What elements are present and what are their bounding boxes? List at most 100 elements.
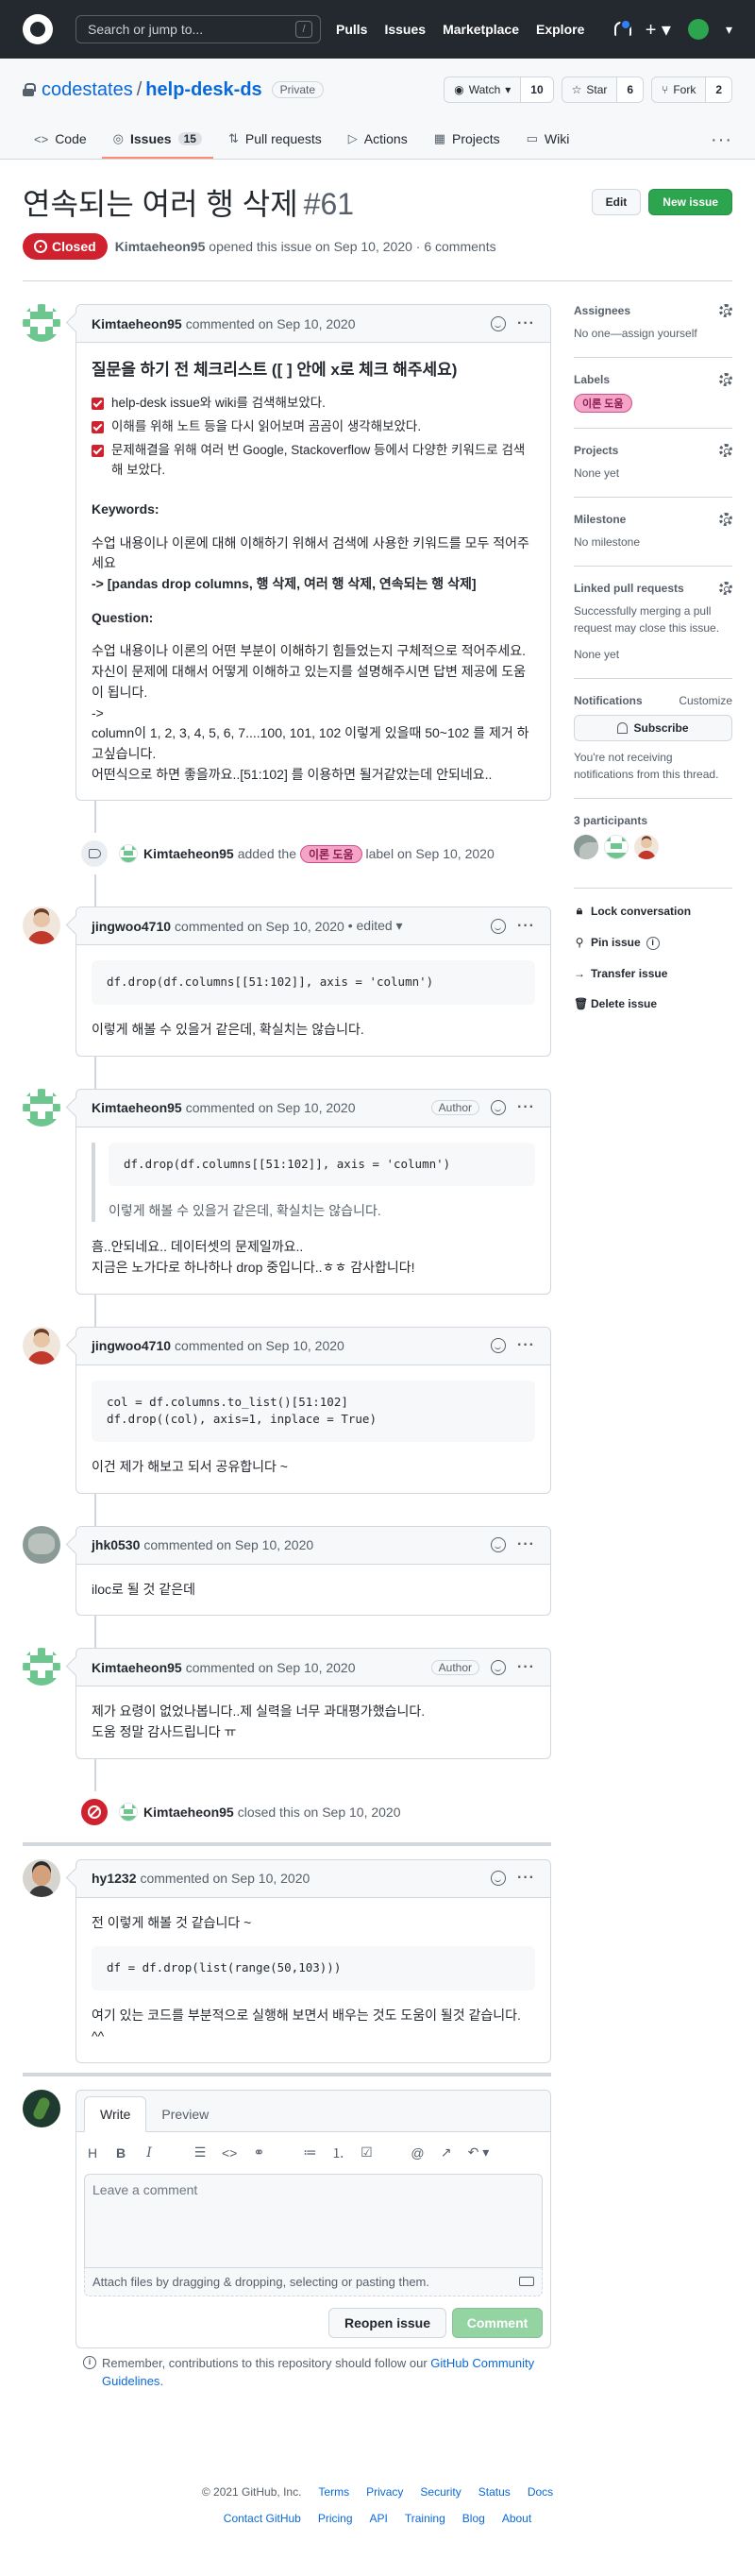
gear-icon[interactable] [719, 373, 732, 386]
star-button[interactable]: ☆ Star 6 [561, 76, 645, 103]
transfer-issue-button[interactable]: → Transfer issue [574, 967, 732, 980]
kebab-menu-icon[interactable]: ··· [517, 315, 535, 332]
avatar[interactable] [23, 1858, 60, 1897]
edit-title-button[interactable]: Edit [591, 189, 642, 215]
footer-link-about[interactable]: About [502, 2512, 531, 2525]
italic-icon[interactable]: I [143, 2145, 156, 2161]
edited-dropdown[interactable]: • edited ▾ [348, 918, 403, 934]
tab-issues[interactable]: ◎ Issues 15 [101, 121, 213, 159]
repo-owner-link[interactable]: codestates [42, 79, 133, 101]
tab-wiki[interactable]: ▭ Wiki [515, 121, 581, 159]
tab-write[interactable]: Write [84, 2095, 147, 2132]
avatar[interactable] [23, 1088, 60, 1127]
footer-link-security[interactable]: Security [420, 2485, 461, 2499]
reaction-smiley-icon[interactable] [491, 1100, 507, 1116]
kebab-menu-icon[interactable]: ··· [517, 918, 535, 935]
avatar[interactable] [604, 835, 629, 859]
lock-conversation-button[interactable]: 🔒︎ Lock conversation [574, 904, 732, 918]
numbered-list-icon[interactable]: ⒈ [331, 2144, 344, 2162]
avatar[interactable] [23, 907, 60, 945]
reopen-issue-button[interactable]: Reopen issue [327, 2307, 446, 2338]
comment-author[interactable]: jingwoo4710 [92, 1338, 171, 1353]
comment-time[interactable]: commented on Sep 10, 2020 [143, 1537, 313, 1552]
nav-pulls[interactable]: Pulls [336, 22, 367, 37]
issue-author-link[interactable]: Kimtaeheon95 [115, 239, 206, 254]
repo-name-link[interactable]: help-desk-ds [145, 79, 261, 101]
checkbox[interactable] [92, 398, 104, 411]
nav-issues[interactable]: Issues [384, 22, 426, 37]
gear-icon[interactable] [719, 513, 732, 526]
assignees-value[interactable]: No one—assign yourself [574, 325, 732, 342]
attach-files-bar[interactable]: Attach files by dragging & dropping, sel… [84, 2267, 543, 2296]
nav-explore[interactable]: Explore [536, 22, 584, 37]
gear-icon[interactable] [719, 444, 732, 457]
avatar[interactable] [574, 835, 598, 859]
gear-icon[interactable] [719, 304, 732, 317]
footer-link-training[interactable]: Training [405, 2512, 445, 2525]
star-count[interactable]: 6 [617, 77, 644, 102]
checkbox[interactable] [92, 445, 104, 458]
mention-icon[interactable]: @ [411, 2145, 424, 2161]
footer-link-status[interactable]: Status [478, 2485, 511, 2499]
comment-textarea[interactable]: Leave a comment [84, 2173, 543, 2268]
event-text[interactable]: closed this on Sep 10, 2020 [238, 1805, 401, 1820]
avatar[interactable] [23, 2089, 60, 2127]
comment-author[interactable]: Kimtaeheon95 [92, 316, 182, 331]
tab-actions[interactable]: ▷ Actions [337, 121, 419, 159]
reaction-smiley-icon[interactable] [491, 315, 507, 331]
watch-button[interactable]: ◉ Watch ▾ 10 [444, 76, 554, 103]
user-avatar[interactable] [687, 19, 709, 40]
comment-author[interactable]: jhk0530 [92, 1537, 140, 1552]
checkbox[interactable] [92, 421, 104, 434]
reaction-smiley-icon[interactable] [491, 1659, 507, 1675]
info-icon[interactable]: i [646, 937, 660, 950]
reaction-smiley-icon[interactable] [491, 1338, 507, 1354]
fork-button[interactable]: ⑂ Fork 2 [651, 76, 732, 103]
label-chip[interactable]: 이론 도움 [300, 844, 362, 863]
nav-marketplace[interactable]: Marketplace [443, 22, 519, 37]
tab-preview[interactable]: Preview [146, 2097, 224, 2131]
label-chip[interactable]: 이론 도움 [574, 394, 632, 413]
footer-link-contact[interactable]: Contact GitHub [224, 2512, 301, 2525]
avatar-dropdown-icon[interactable]: ▾ [726, 22, 732, 38]
search-input[interactable]: Search or jump to... / [76, 15, 321, 43]
avatar[interactable] [119, 844, 138, 864]
comment-time[interactable]: commented on Sep 10, 2020 [175, 919, 344, 934]
cross-reference-icon[interactable]: ↗ [440, 2144, 453, 2161]
footer-link-api[interactable]: API [370, 2512, 388, 2525]
pin-issue-button[interactable]: ⚲ Pin issue i [574, 935, 732, 950]
comment-author[interactable]: Kimtaeheon95 [92, 1100, 182, 1115]
kebab-menu-icon[interactable]: ··· [517, 1870, 535, 1887]
comment-time[interactable]: commented on Sep 10, 2020 [186, 1100, 356, 1115]
avatar[interactable] [119, 1802, 138, 1822]
new-issue-button[interactable]: New issue [648, 189, 732, 215]
footer-link-blog[interactable]: Blog [462, 2512, 485, 2525]
reaction-smiley-icon[interactable] [491, 1537, 507, 1553]
notifications-bell-icon[interactable] [613, 19, 631, 38]
heading-icon[interactable]: H [86, 2145, 99, 2161]
comment-author[interactable]: Kimtaeheon95 [92, 1660, 182, 1675]
fork-count[interactable]: 2 [706, 77, 731, 102]
create-new-icon[interactable]: + ▾ [646, 18, 671, 42]
kebab-menu-icon[interactable]: ··· [517, 1659, 535, 1676]
tab-pull-requests[interactable]: ⇅ Pull requests [217, 121, 333, 159]
watch-count[interactable]: 10 [521, 77, 553, 102]
avatar[interactable] [23, 304, 60, 342]
gear-icon[interactable] [719, 582, 732, 595]
avatar[interactable] [23, 1326, 60, 1364]
comment-author[interactable]: jingwoo4710 [92, 919, 171, 934]
customize-link[interactable]: Customize [679, 694, 732, 707]
comment-time[interactable]: commented on Sep 10, 2020 [186, 1660, 356, 1675]
tab-code[interactable]: <> Code [23, 121, 98, 159]
reply-icon[interactable]: ↶ ▾ [468, 2144, 490, 2161]
kebab-menu-icon[interactable]: ··· [517, 1337, 535, 1354]
quote-icon[interactable]: ☰ [193, 2144, 207, 2161]
reaction-smiley-icon[interactable] [491, 918, 507, 934]
kebab-menu-icon[interactable]: ··· [517, 1536, 535, 1553]
avatar[interactable] [634, 835, 659, 859]
subscribe-button[interactable]: Subscribe [574, 715, 732, 741]
comment-time[interactable]: commented on Sep 10, 2020 [140, 1871, 310, 1886]
comment-time[interactable]: commented on Sep 10, 2020 [186, 316, 356, 331]
kebab-menu-icon[interactable]: ··· [517, 1099, 535, 1116]
avatar[interactable] [23, 1525, 60, 1564]
